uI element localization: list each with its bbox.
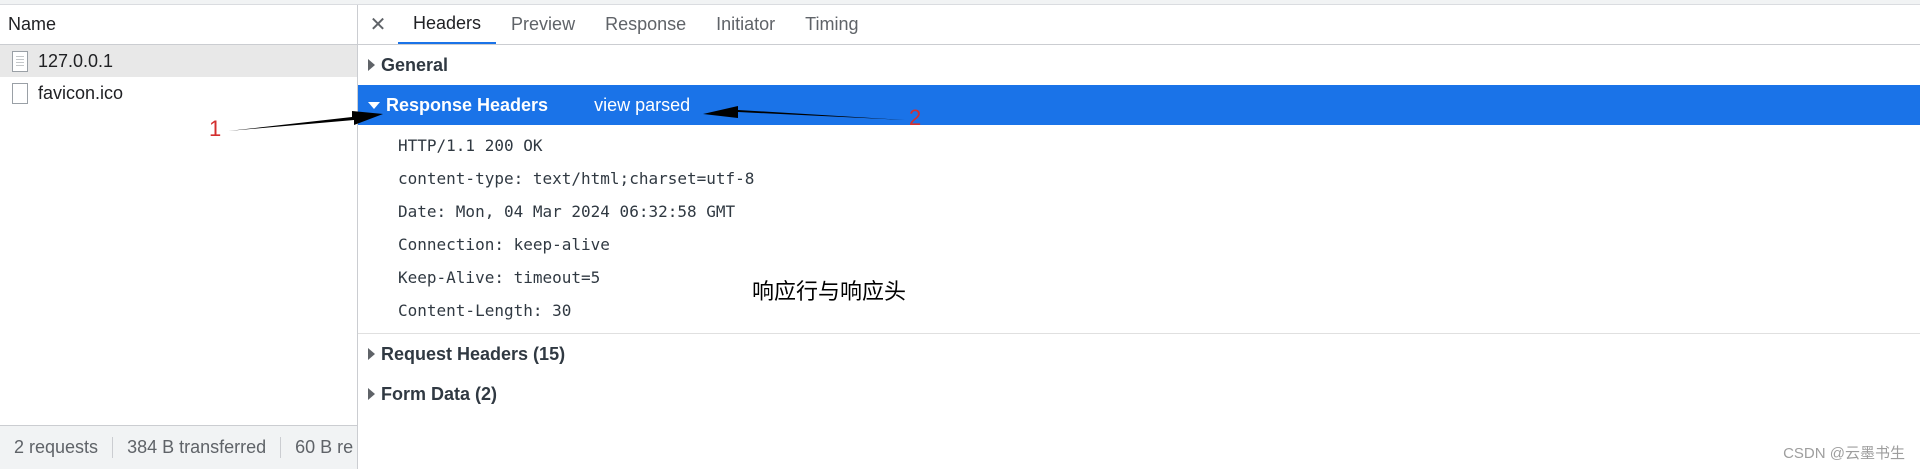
request-row[interactable]: 127.0.0.1 (0, 45, 357, 77)
annotation-label-1: 1 (209, 116, 222, 141)
header-line: Content-Length: 30 (398, 301, 572, 320)
request-row[interactable]: favicon.ico (0, 77, 357, 109)
resources-size: 60 B re (295, 437, 354, 457)
tab-response[interactable]: Response (590, 5, 701, 44)
request-name: 127.0.0.1 (38, 50, 114, 71)
watermark: CSDN @云墨书生 (1783, 445, 1905, 462)
request-list-pane: Name 127.0.0.1 favicon.ico 2 requests 38… (0, 5, 358, 469)
section-form-data[interactable]: Form Data (2) (358, 374, 1920, 414)
name-column-label: Name (8, 14, 57, 34)
response-header-list: HTTP/1.1 200 OK content-type: text/html;… (358, 125, 1920, 334)
section-request-headers[interactable]: Request Headers (15) (358, 334, 1920, 374)
tab-label: Timing (805, 14, 859, 34)
document-icon (12, 50, 28, 72)
tab-initiator[interactable]: Initiator (701, 5, 790, 44)
header-line: Keep-Alive: timeout=5 (398, 268, 601, 287)
expand-triangle-icon (368, 388, 375, 400)
tab-headers[interactable]: Headers (398, 5, 497, 44)
file-icon (12, 82, 28, 104)
section-label: Request Headers (15) (381, 343, 566, 364)
tab-label: Headers (413, 13, 482, 33)
tab-preview[interactable]: Preview (496, 5, 590, 44)
network-summary-bar: 2 requests 384 B transferred 60 B re (0, 425, 357, 469)
section-label: General (381, 54, 449, 75)
section-label: Response Headers (386, 94, 549, 115)
request-count: 2 requests (0, 437, 114, 458)
header-line: HTTP/1.1 200 OK (398, 136, 543, 155)
details-tabbar: ✕ Headers Preview Response Initiator Tim… (358, 5, 1920, 45)
header-line: content-type: text/html;charset=utf-8 (398, 169, 755, 188)
section-general[interactable]: General (358, 45, 1920, 85)
expand-triangle-icon (368, 348, 375, 360)
section-response-headers[interactable]: Response Headers view parsed (358, 85, 1920, 125)
close-icon[interactable]: ✕ (358, 5, 398, 44)
transferred-size: 384 B transferred (113, 437, 282, 458)
header-line: Connection: keep-alive (398, 235, 610, 254)
view-parsed-link[interactable]: view parsed (594, 95, 690, 116)
tab-timing[interactable]: Timing (790, 5, 873, 44)
section-label: Form Data (2) (381, 383, 498, 404)
name-column-header[interactable]: Name (0, 5, 357, 45)
tab-label: Response (605, 14, 687, 34)
header-line: Date: Mon, 04 Mar 2024 06:32:58 GMT (398, 202, 736, 221)
expand-triangle-icon (368, 59, 375, 71)
request-name: favicon.ico (38, 82, 124, 103)
collapse-triangle-icon (368, 101, 380, 109)
tab-label: Preview (511, 14, 576, 34)
annotation-note: 响应行与响应头 (752, 280, 907, 305)
annotation-label-2: 2 (909, 105, 922, 130)
request-details-pane: ✕ Headers Preview Response Initiator Tim… (358, 5, 1920, 469)
tab-label: Initiator (716, 14, 776, 34)
